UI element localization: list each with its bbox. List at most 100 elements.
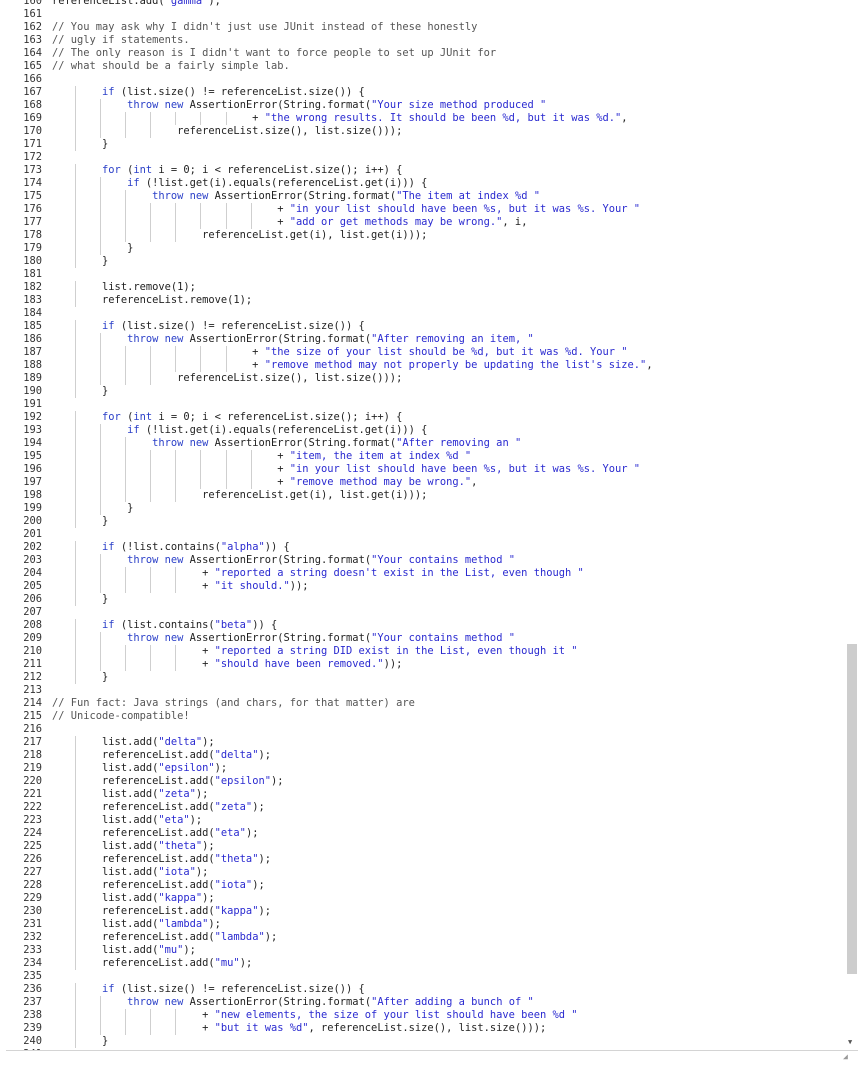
code-editor[interactable]: 160 referenceList.add("gamma"); 161 162 // Y… (6, 0, 858, 1051)
code-line: 227 list.add("iota"); (6, 866, 842, 879)
line-number: 176 (23, 203, 42, 215)
code-text: + "add or get methods may be wrong.", i, (52, 216, 528, 228)
line-number: 209 (23, 632, 42, 644)
line-number: 171 (23, 138, 42, 150)
scrollbar-thumb[interactable] (847, 644, 857, 974)
line-number: 182 (23, 281, 42, 293)
code-text: if (!list.contains("alpha")) { (102, 541, 290, 553)
code-text: list.add("iota"); (52, 866, 209, 878)
code-line: 212 } (6, 671, 842, 684)
line-number: 225 (23, 840, 42, 852)
code-text: referenceList.remove(1); (52, 294, 253, 306)
code-text: if (!list.get(i).equals(referenceList.ge… (127, 424, 428, 436)
code-line: 199 } (6, 502, 842, 515)
line-number: 167 (23, 86, 42, 98)
code-text: throw new AssertionError(String.format("… (127, 632, 515, 644)
code-text: + "remove method may not properly be upd… (52, 359, 653, 371)
code-text: } (52, 138, 109, 150)
line-number: 208 (23, 619, 42, 631)
code-line: 215 // Unicode-compatible! (6, 710, 842, 723)
scroll-down-arrow-icon[interactable]: ▼ (848, 1038, 852, 1046)
code-text: + "in your list should have been %s, but… (52, 203, 641, 215)
code-line: 178 referenceList.get(i), list.get(i))); (6, 229, 842, 242)
line-number: 181 (23, 268, 42, 280)
line-number: 241 (6, 1048, 42, 1050)
code-text: referenceList.add("iota"); (52, 879, 265, 891)
line-number: 237 (23, 996, 42, 1008)
line-number: 214 (23, 697, 42, 709)
code-text: // ugly if statements. (52, 34, 190, 46)
code-line: 187 + "the size of your list should be %… (6, 346, 842, 359)
code-text: throw new AssertionError(String.format("… (127, 996, 534, 1008)
line-number: 165 (23, 60, 42, 72)
code-text: referenceList.get(i), list.get(i))); (52, 489, 428, 501)
line-number: 224 (23, 827, 42, 839)
code-text: referenceList.add("mu"); (52, 957, 253, 969)
line-number: 193 (23, 424, 42, 436)
code-line: 191 (6, 398, 842, 411)
line-number: 174 (23, 177, 42, 189)
line-number: 166 (23, 73, 42, 85)
line-number: 235 (23, 970, 42, 982)
line-number: 188 (23, 359, 42, 371)
code-text: + "new elements, the size of your list s… (52, 1009, 578, 1021)
code-line: 163 // ugly if statements. (6, 34, 842, 47)
code-text: referenceList.add("gamma"); (52, 0, 221, 7)
line-number: 207 (23, 606, 42, 618)
code-line: 214 // Fun fact: Java strings (and chars,… (6, 697, 842, 710)
line-number: 192 (23, 411, 42, 423)
line-number: 183 (23, 294, 42, 306)
line-number: 191 (23, 398, 42, 410)
code-line: 231 list.add("lambda"); (6, 918, 842, 931)
code-text: // what should be a fairly simple lab. (52, 60, 290, 72)
line-number: 180 (23, 255, 42, 267)
code-line: 224 referenceList.add("eta"); (6, 827, 842, 840)
line-number: 196 (23, 463, 42, 475)
line-number: 173 (23, 164, 42, 176)
code-text: if (list.contains("beta")) { (102, 619, 278, 631)
line-number: 197 (23, 476, 42, 488)
code-text: } (52, 515, 109, 527)
line-number: 231 (23, 918, 42, 930)
code-text: } (52, 1035, 109, 1047)
code-line: 190 } (6, 385, 842, 398)
code-line: 210 + "reported a string DID exist in th… (6, 645, 842, 658)
line-number: 163 (23, 34, 42, 46)
code-text: referenceList.add("zeta"); (52, 801, 265, 813)
code-text: list.add("delta"); (52, 736, 215, 748)
code-line: 175 throw new AssertionError(String.form… (6, 190, 842, 203)
line-number: 204 (23, 567, 42, 579)
vertical-scrollbar[interactable]: ▼ (844, 0, 858, 1050)
code-line: 238 + "new elements, the size of your li… (6, 1009, 842, 1022)
code-line: 171 } (6, 138, 842, 151)
resize-grip-icon[interactable]: ◢ (843, 1053, 848, 1061)
code-text: referenceList.add("lambda"); (52, 931, 278, 943)
code-text: list.remove(1); (52, 281, 196, 293)
code-text: list.add("eta"); (52, 814, 203, 826)
code-line: 237 throw new AssertionError(String.form… (6, 996, 842, 1009)
line-number: 195 (23, 450, 42, 462)
code-line: 179 } (6, 242, 842, 255)
code-text: referenceList.add("eta"); (52, 827, 259, 839)
line-number: 169 (23, 112, 42, 124)
line-number: 203 (23, 554, 42, 566)
code-text: } (52, 255, 109, 267)
code-text: referenceList.size(), list.size())); (52, 372, 403, 384)
code-line: 225 list.add("theta"); (6, 840, 842, 853)
code-line: 203 throw new AssertionError(String.form… (6, 554, 842, 567)
code-text: referenceList.get(i), list.get(i))); (52, 229, 428, 241)
line-number: 217 (23, 736, 42, 748)
code-line: 228 referenceList.add("iota"); (6, 879, 842, 892)
code-line: 219 list.add("epsilon"); (6, 762, 842, 775)
code-line: 172 (6, 151, 842, 164)
code-line: 235 (6, 970, 842, 983)
code-text: list.add("epsilon"); (52, 762, 228, 774)
code-line: 161 (6, 8, 842, 21)
code-text: // Fun fact: Java strings (and chars, fo… (52, 697, 415, 709)
code-line: 204 + "reported a string doesn't exist i… (6, 567, 842, 580)
code-line: 239 + "but it was %d", referenceList.siz… (6, 1022, 842, 1035)
code-line: 234 referenceList.add("mu"); (6, 957, 842, 970)
code-text: referenceList.add("delta"); (52, 749, 271, 761)
line-number: 160 (23, 0, 42, 7)
code-line: 230 referenceList.add("kappa"); (6, 905, 842, 918)
